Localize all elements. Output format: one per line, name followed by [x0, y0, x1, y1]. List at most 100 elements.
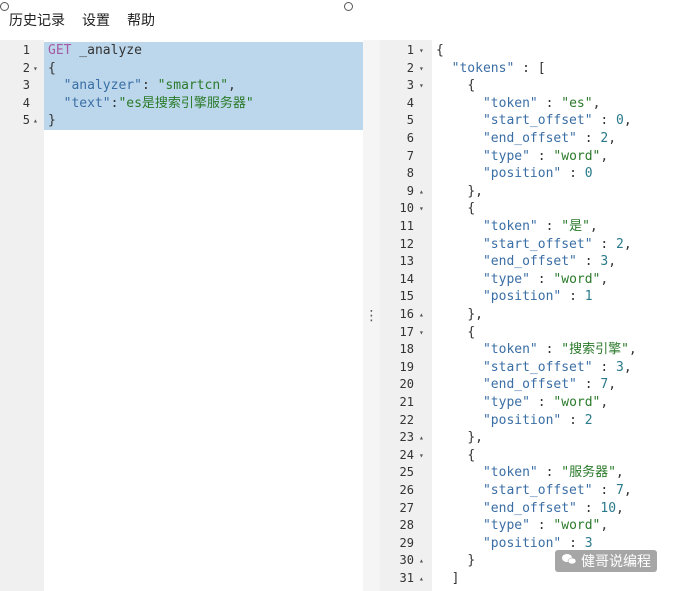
fold-collapsed-end-icon[interactable]: ▴ [419, 183, 424, 201]
line-number: 29 [399, 535, 414, 550]
line-number: 2 [22, 60, 30, 75]
line-number: 5 [22, 113, 30, 128]
code-line: 20 "end_offset" : 7, [380, 376, 691, 394]
code-text: "tokens" : [ [451, 60, 546, 76]
code-line: 4 "text":"es是搜索引擎服务器" [0, 95, 363, 113]
code-line: 15 "position" : 1 [380, 288, 691, 306]
fold-expanded-icon[interactable]: ▾ [419, 42, 424, 60]
code-text: { [467, 324, 476, 340]
panel-splitter[interactable]: ⋮ [363, 40, 380, 591]
code-text: } [48, 113, 56, 129]
code-line: 6 "end_offset" : 2, [380, 130, 691, 148]
code-line: 23 ▴ }, [380, 429, 691, 447]
line-number: 14 [399, 271, 414, 286]
line-number: 18 [399, 342, 414, 357]
line-number: 4 [406, 95, 414, 110]
code-text: }, [467, 307, 483, 322]
code-line: 8 "position" : 0 [380, 165, 691, 183]
code-line: 7 "type" : "word", [380, 148, 691, 166]
code-line: 3 "analyzer": "smartcn", [0, 77, 363, 95]
fold-collapsed-end-icon[interactable]: ▴ [419, 306, 424, 324]
code-text: ] [451, 571, 460, 586]
fold-collapsed-end-icon[interactable]: ▴ [33, 112, 38, 130]
code-line: 22 "position" : 2 [380, 412, 691, 430]
fold-expanded-icon[interactable]: ▾ [419, 447, 424, 465]
code-text: "analyzer": "smartcn", [63, 78, 236, 94]
code-line: 4 "token" : "es", [380, 95, 691, 113]
resize-handle-top-center[interactable] [344, 2, 353, 11]
code-text: "end_offset" : 10, [482, 500, 624, 516]
code-line: 1 ▾ { [380, 42, 691, 60]
menu-history[interactable]: 历史记录 [9, 10, 65, 30]
fold-collapsed-end-icon[interactable]: ▴ [419, 570, 424, 588]
code-line: 10 ▾ { [380, 200, 691, 218]
line-number: 28 [399, 518, 414, 533]
line-number: 1 [406, 43, 414, 57]
fold-collapsed-end-icon[interactable]: ▴ [419, 552, 424, 570]
request-editor[interactable]: ▷ 1GET _analyze2▾{3 "analyzer": "smartcn… [0, 40, 363, 591]
menu-settings[interactable]: 设置 [82, 10, 110, 30]
line-number: 21 [399, 395, 414, 409]
code-line: 12 "start_offset" : 2, [380, 236, 691, 254]
line-number: 7 [406, 148, 414, 163]
code-line: 25 "token" : "服务器", [380, 464, 691, 482]
code-line: 2 ▾ "tokens" : [ [380, 60, 691, 78]
line-number: 3 [22, 78, 30, 93]
code-text: "position" : 1 [482, 289, 593, 305]
fold-expanded-icon[interactable]: ▾ [419, 77, 424, 95]
code-text: "position" : 2 [482, 412, 593, 428]
code-text: } [467, 553, 476, 569]
code-text: "end_offset" : 3, [482, 254, 617, 270]
code-text: { [467, 447, 476, 463]
code-line: 5 "start_offset" : 0, [380, 112, 691, 130]
code-text: { [467, 78, 476, 94]
line-number: 12 [399, 236, 414, 251]
code-text: }, [467, 183, 483, 199]
code-text: { [436, 43, 444, 58]
code-line: 13 "end_offset" : 3, [380, 253, 691, 271]
code-line: 21 "type" : "word", [380, 394, 691, 412]
code-text: "start_offset" : 2, [482, 236, 632, 252]
line-number: 2 [406, 60, 414, 75]
line-number: 30 [399, 553, 414, 568]
fold-collapsed-end-icon[interactable]: ▴ [419, 429, 424, 447]
fold-expanded-icon[interactable]: ▾ [419, 60, 424, 78]
line-number: 4 [22, 95, 30, 110]
code-line: 26 "start_offset" : 7, [380, 482, 691, 500]
code-text: "position" : 0 [482, 166, 593, 182]
resize-handle-top-left[interactable] [0, 2, 9, 11]
code-text: "token" : "服务器", [482, 465, 624, 481]
code-text: GET _analyze [48, 43, 142, 58]
code-text: "start_offset" : 7, [482, 483, 632, 498]
menu-help[interactable]: 帮助 [127, 10, 155, 30]
line-number: 11 [399, 219, 414, 233]
line-number: 23 [399, 430, 414, 445]
watermark: 健哥说编程 [555, 550, 657, 572]
code-text: "text":"es是搜索引擎服务器" [63, 95, 254, 111]
fold-expanded-icon[interactable]: ▾ [33, 60, 38, 78]
line-number: 10 [399, 201, 414, 216]
code-text: "token" : "es", [482, 95, 601, 111]
fold-expanded-icon[interactable]: ▾ [419, 324, 424, 342]
vertical-dots-icon: ⋮ [364, 307, 379, 324]
code-text: "type" : "word", [482, 271, 609, 287]
code-text: "end_offset" : 2, [482, 131, 617, 146]
code-line: 5 ▴} [0, 112, 363, 130]
code-line: 28 "type" : "word", [380, 517, 691, 535]
line-number: 31 [399, 571, 414, 585]
watermark-text: 健哥说编程 [581, 554, 651, 570]
code-line: 3 ▾ { [380, 77, 691, 95]
code-line: 18 "token" : "搜索引擎", [380, 341, 691, 359]
code-text: "type" : "word", [482, 395, 609, 410]
line-number: 13 [399, 254, 414, 269]
fold-expanded-icon[interactable]: ▾ [419, 200, 424, 218]
line-number: 16 [399, 307, 414, 321]
line-number: 25 [399, 465, 414, 480]
code-text: }, [467, 430, 483, 446]
code-line: 31 ▴ ] [380, 570, 691, 588]
line-number: 19 [399, 359, 414, 374]
line-number: 26 [399, 483, 414, 497]
code-line: 1 GET _analyze [0, 42, 363, 60]
wechat-icon [561, 552, 577, 570]
code-text: "type" : "word", [482, 148, 609, 164]
